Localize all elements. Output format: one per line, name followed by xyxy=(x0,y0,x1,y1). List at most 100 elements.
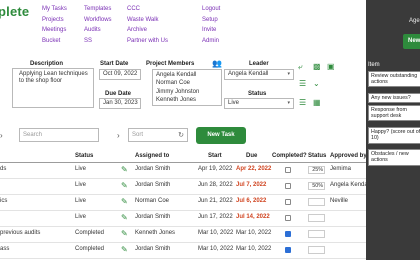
column-header-due[interactable]: Due xyxy=(246,153,257,159)
start-date-label: Start Date xyxy=(100,61,129,67)
agenda-item-field[interactable]: Happy? (score out of 10) xyxy=(368,127,420,144)
completed-checkbox[interactable] xyxy=(285,215,291,221)
edit-pencil-icon[interactable]: ✎ xyxy=(121,181,130,190)
task-status: Live xyxy=(75,214,87,220)
nav-link-partner[interactable]: Partner with Us xyxy=(127,36,168,47)
column-header-start[interactable]: Start xyxy=(208,153,222,159)
completed-checkbox[interactable] xyxy=(285,183,291,189)
edit-pencil-icon[interactable]: ✎ xyxy=(121,197,130,206)
leader-select[interactable]: Angela Kendall ▾ xyxy=(224,69,294,80)
task-due-date: Jul 6, 2022 xyxy=(236,198,267,204)
task-name[interactable]: ds xyxy=(0,166,6,172)
progress-field[interactable] xyxy=(308,246,325,254)
nav-link-templates[interactable]: Templates xyxy=(84,4,112,15)
new-agenda-button[interactable]: New xyxy=(403,34,420,49)
task-approver: Angela Kendall xyxy=(330,182,371,188)
row-divider xyxy=(0,226,366,227)
member-item[interactable]: Norman Coe xyxy=(156,79,218,87)
column-header-assigned[interactable]: Assigned to xyxy=(135,153,169,159)
column-header-completed[interactable]: Completed? xyxy=(272,153,307,159)
nav-link-ccc[interactable]: CCC xyxy=(127,4,168,15)
progress-field[interactable] xyxy=(308,230,325,238)
completed-checkbox[interactable] xyxy=(285,247,291,253)
project-members-label: Project Members xyxy=(146,61,195,67)
project-members-list[interactable]: Angela Kendall Norman Coe Jimmy Johnston… xyxy=(152,69,222,106)
agenda-item-field[interactable]: Obstacles / new actions xyxy=(368,149,420,166)
sort-placeholder: Sort xyxy=(132,132,144,138)
chevron-down-icon: ▾ xyxy=(287,100,290,106)
completed-checkbox[interactable] xyxy=(285,199,291,205)
column-header-approved[interactable]: Approved by xyxy=(330,153,367,159)
nav-link-waste-walk[interactable]: Waste Walk xyxy=(127,15,168,26)
calendar-icon[interactable]: ▦ xyxy=(313,98,321,107)
member-item[interactable]: Angela Kendall xyxy=(156,71,218,79)
task-assignee: Kenneth Jones xyxy=(135,230,176,236)
nav-link-invite[interactable]: Invite xyxy=(202,25,220,36)
people-icon[interactable]: 👥 xyxy=(212,59,222,68)
search-input[interactable]: Search xyxy=(19,128,99,142)
progress-field[interactable] xyxy=(308,214,325,222)
nav-column-3: CCC Waste Walk Archive Partner with Us xyxy=(127,4,168,46)
task-assignee: Norman Coe xyxy=(135,198,170,204)
task-assignee: Jordan Smith xyxy=(135,246,171,252)
due-date-field[interactable]: Jan 30, 2023 xyxy=(99,98,141,109)
nav-link-logout[interactable]: Logout xyxy=(202,4,220,15)
export-icon[interactable]: ▣ xyxy=(327,62,335,71)
member-item[interactable]: Jimmy Johnston xyxy=(156,88,218,96)
chevron-right-icon[interactable]: › xyxy=(117,131,120,140)
completed-checkbox[interactable] xyxy=(285,231,291,237)
chevron-down-icon[interactable]: ⌄ xyxy=(313,79,320,88)
task-name[interactable]: ics xyxy=(0,198,7,204)
undo-icon[interactable]: ⤶ xyxy=(298,62,302,72)
task-approver: Neville xyxy=(330,198,349,204)
progress-field[interactable] xyxy=(308,198,325,206)
row-divider xyxy=(0,194,366,195)
nav-link-meetings[interactable]: Meetings xyxy=(42,25,67,36)
nav-link-admin[interactable]: Admin xyxy=(202,36,220,47)
nav-link-bucket[interactable]: Bucket xyxy=(42,36,67,47)
agenda-item-field[interactable]: Any new issues? xyxy=(368,93,420,103)
nav-link-archive[interactable]: Archive xyxy=(127,25,168,36)
save-icon[interactable]: ▩ xyxy=(313,62,321,71)
nav-column-1: My Tasks Projects Meetings Bucket xyxy=(42,4,67,46)
table-header-divider xyxy=(0,162,366,163)
progress-field[interactable]: 50% xyxy=(308,182,325,190)
chevron-left-icon[interactable]: › xyxy=(0,131,3,140)
task-due-date: Jul 7, 2022 xyxy=(236,182,267,188)
menu-icon[interactable]: ☰ xyxy=(299,98,306,107)
new-task-button[interactable]: New Task xyxy=(196,127,246,144)
task-status: Live xyxy=(75,182,87,188)
nav-link-projects[interactable]: Projects xyxy=(42,15,67,26)
completed-checkbox[interactable] xyxy=(285,167,291,173)
app-logo: plete xyxy=(0,4,30,19)
task-assignee: Jordan Smith xyxy=(135,214,171,220)
nav-link-workflows[interactable]: Workflows xyxy=(84,15,112,26)
task-name[interactable]: ass xyxy=(0,246,9,252)
nav-link-ss[interactable]: SS xyxy=(84,36,112,47)
edit-pencil-icon[interactable]: ✎ xyxy=(121,245,130,254)
member-item[interactable]: Kenneth Jones xyxy=(156,96,218,104)
row-divider xyxy=(0,242,366,243)
row-divider xyxy=(0,178,366,179)
edit-pencil-icon[interactable]: ✎ xyxy=(121,165,130,174)
agenda-item-field[interactable]: Response from support desk xyxy=(368,105,420,121)
progress-field[interactable]: 25% xyxy=(308,166,325,174)
start-date-field[interactable]: Oct 09, 2022 xyxy=(99,69,141,80)
status-label: Status xyxy=(248,91,267,97)
sort-select[interactable]: Sort ↻ xyxy=(128,128,188,142)
edit-pencil-icon[interactable]: ✎ xyxy=(121,213,130,222)
edit-pencil-icon[interactable]: ✎ xyxy=(121,229,130,238)
task-status: Live xyxy=(75,166,87,172)
status-select[interactable]: Live ▾ xyxy=(224,98,294,109)
list-icon[interactable]: ☰ xyxy=(299,79,306,88)
column-header-status-2[interactable]: Status xyxy=(308,153,326,159)
task-name[interactable]: previous audits xyxy=(0,230,40,236)
nav-link-setup[interactable]: Setup xyxy=(202,15,220,26)
task-assignee: Jordan Smith xyxy=(135,166,171,172)
nav-link-my-tasks[interactable]: My Tasks xyxy=(42,4,67,15)
nav-link-audits[interactable]: Audits xyxy=(84,25,112,36)
column-header-status[interactable]: Status xyxy=(75,153,93,159)
refresh-icon[interactable]: ↻ xyxy=(178,131,184,139)
description-field[interactable]: Applying Lean techniques to the shop flo… xyxy=(12,68,94,108)
agenda-item-field[interactable]: Review outstanding actions xyxy=(368,71,420,87)
